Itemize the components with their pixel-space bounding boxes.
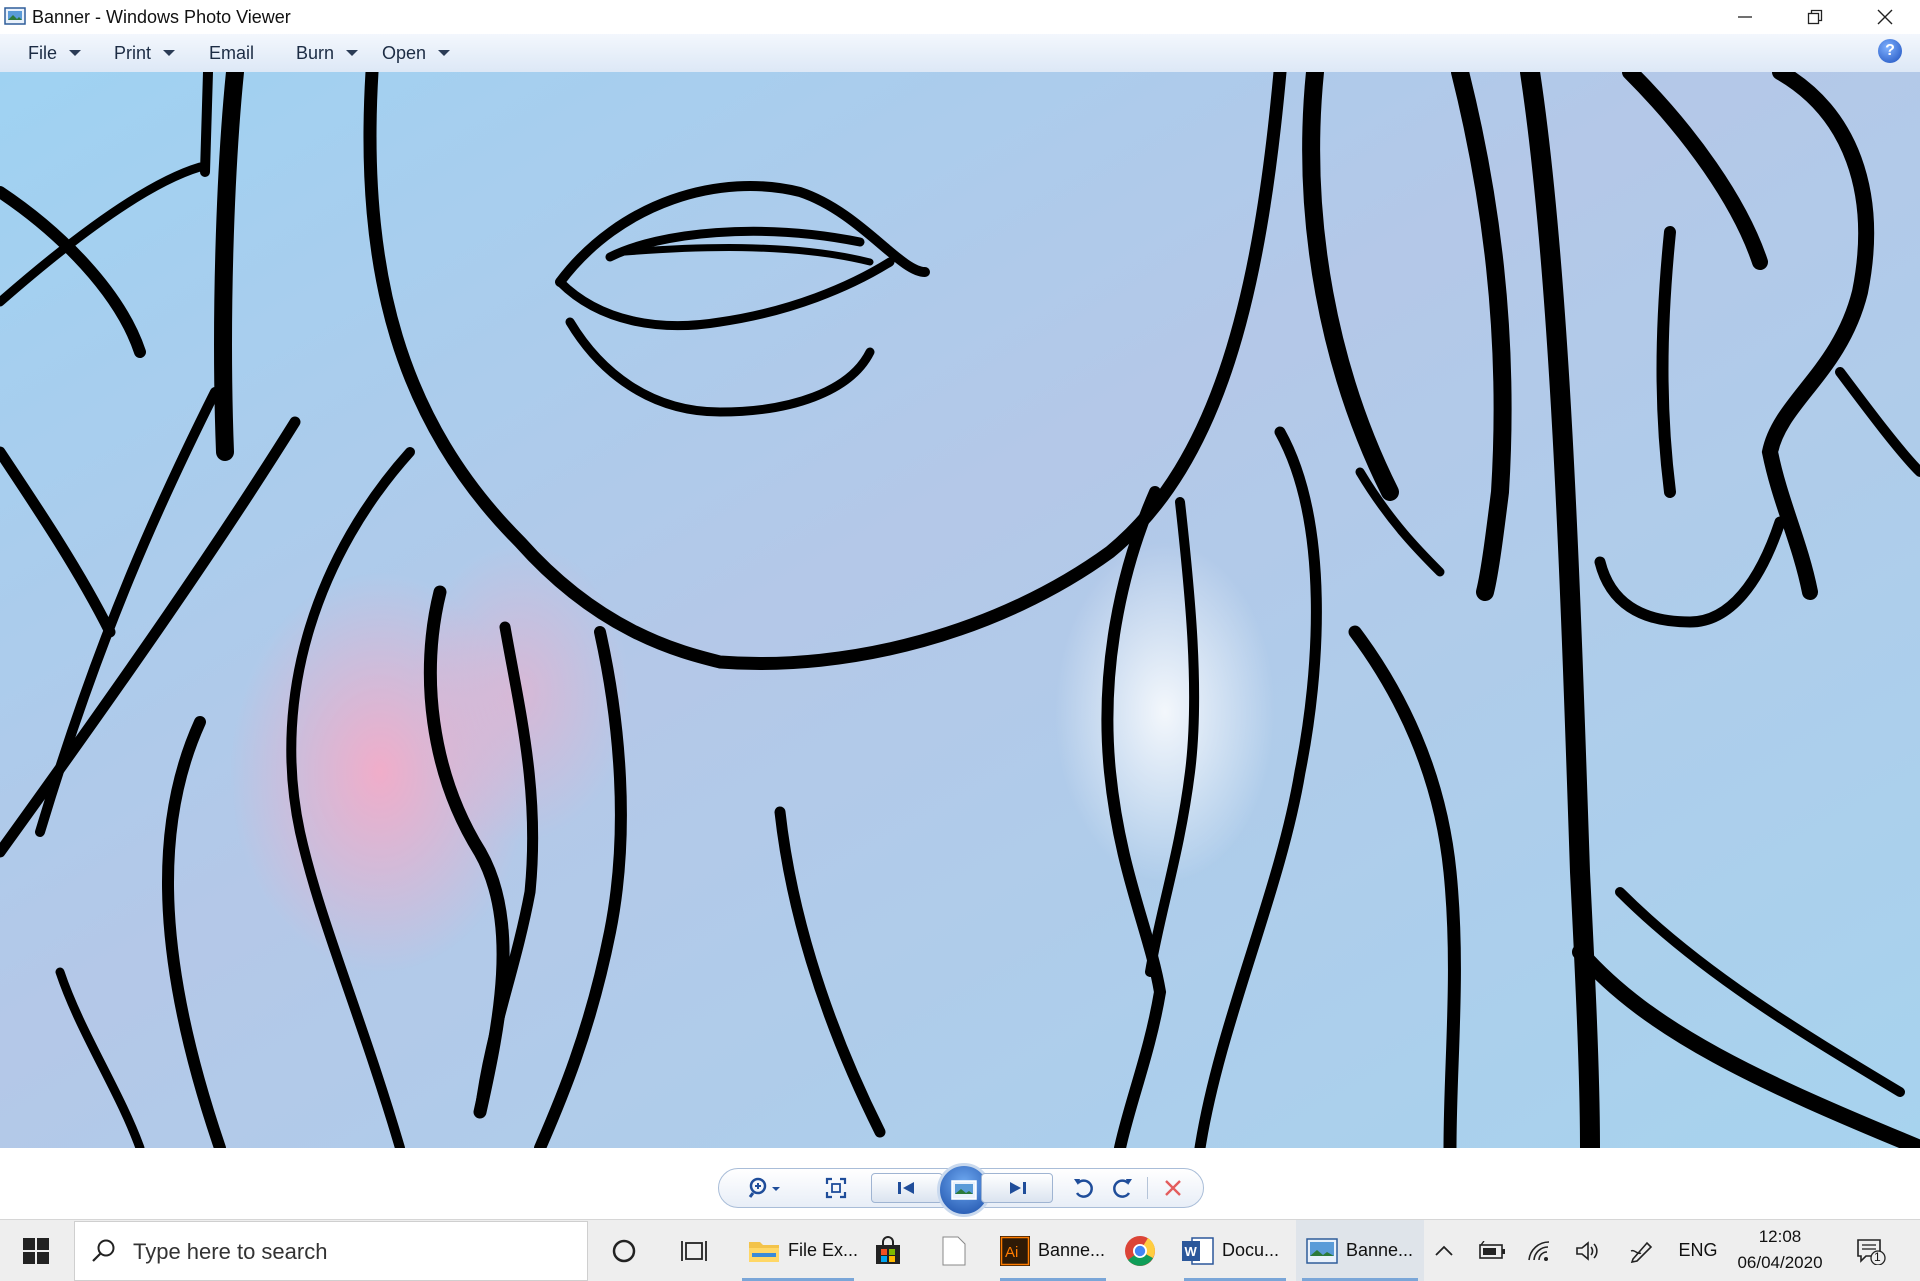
menu-print[interactable]: Print	[114, 34, 176, 72]
task-view-icon	[681, 1240, 707, 1261]
document-icon	[942, 1236, 966, 1265]
chevron-down-icon	[163, 50, 176, 56]
taskbar-app-document[interactable]	[926, 1220, 982, 1281]
taskbar-app-label: Docu...	[1222, 1240, 1280, 1260]
menu-burn[interactable]: Burn	[296, 34, 359, 72]
chevron-up-icon	[1435, 1245, 1453, 1256]
photo-viewer-icon	[1306, 1237, 1338, 1264]
taskbar-app-file-explorer[interactable]: File Ex...	[736, 1220, 860, 1281]
menu-file-label: File	[28, 42, 58, 63]
wifi-icon	[1528, 1240, 1550, 1261]
volume-icon	[1576, 1240, 1598, 1261]
illustrator-icon: Ai	[1000, 1235, 1030, 1266]
taskbar-app-chrome[interactable]	[1114, 1220, 1166, 1281]
restore-icon	[1807, 9, 1823, 25]
photo-image	[0, 72, 1920, 1148]
menu-open[interactable]: Open	[382, 34, 451, 72]
menu-file[interactable]: File	[28, 34, 82, 72]
previous-icon	[898, 1182, 914, 1194]
delete-icon	[1165, 1180, 1181, 1196]
slideshow-icon	[951, 1180, 977, 1200]
fit-to-window-button[interactable]	[821, 1175, 851, 1201]
divider	[1147, 1177, 1148, 1199]
taskbar-app-label: File Ex...	[788, 1240, 859, 1260]
pen-button[interactable]	[1620, 1220, 1664, 1281]
minimize-icon	[1738, 16, 1752, 18]
menu-open-label: Open	[382, 42, 427, 63]
clock-date: 06/04/2020	[1737, 1253, 1823, 1272]
chevron-down-icon	[346, 50, 359, 56]
zoom-button[interactable]	[747, 1175, 787, 1201]
store-icon	[876, 1235, 900, 1264]
cortana-icon	[612, 1239, 636, 1262]
rotate-counterclockwise-icon	[1074, 1179, 1093, 1198]
taskbar: Type here to search File Ex... Ai Banne.…	[0, 1219, 1920, 1281]
minimize-button[interactable]	[1710, 0, 1780, 34]
battery-icon	[1479, 1240, 1505, 1259]
network-button[interactable]	[1518, 1220, 1562, 1281]
taskbar-app-illustrator[interactable]: Ai Banne...	[994, 1220, 1112, 1281]
rotate-counterclockwise-button[interactable]	[1069, 1175, 1097, 1201]
word-icon: W	[1182, 1236, 1214, 1265]
rotate-clockwise-button[interactable]	[1109, 1175, 1137, 1201]
taskbar-app-store[interactable]	[860, 1220, 916, 1281]
cortana-button[interactable]	[596, 1220, 652, 1281]
next-button[interactable]	[981, 1173, 1053, 1203]
help-button[interactable]: ?	[1878, 39, 1902, 63]
window-title: Banner - Windows Photo Viewer	[32, 7, 291, 27]
menu-email[interactable]: Email	[209, 34, 254, 72]
show-hidden-icons-button[interactable]	[1424, 1220, 1464, 1281]
pen-icon	[1630, 1241, 1653, 1263]
notification-icon	[1857, 1238, 1886, 1265]
battery-button[interactable]	[1470, 1220, 1514, 1281]
taskbar-app-photo-viewer[interactable]: Banne...	[1296, 1220, 1424, 1281]
start-button[interactable]	[0, 1220, 72, 1281]
title-bar: Banner - Windows Photo Viewer	[0, 0, 1920, 34]
fit-to-window-icon	[825, 1177, 847, 1199]
volume-button[interactable]	[1566, 1220, 1610, 1281]
close-icon	[1877, 9, 1893, 25]
previous-button[interactable]	[871, 1173, 943, 1203]
clock[interactable]: 12:08 06/04/2020	[1734, 1224, 1826, 1276]
zoom-icon	[748, 1177, 780, 1198]
chevron-down-icon	[438, 50, 451, 56]
clock-time: 12:08	[1758, 1227, 1802, 1246]
search-icon	[92, 1239, 115, 1262]
windows-logo-icon	[23, 1237, 49, 1264]
language-indicator[interactable]: ENG	[1672, 1220, 1724, 1281]
taskbar-app-label: Banne...	[1038, 1240, 1106, 1260]
delete-button[interactable]	[1159, 1175, 1187, 1201]
menu-burn-label: Burn	[296, 42, 335, 63]
close-button[interactable]	[1850, 0, 1920, 34]
photo-canvas	[0, 72, 1920, 1148]
photo-viewer-app-icon	[4, 7, 26, 25]
taskbar-app-word[interactable]: W Docu...	[1178, 1220, 1292, 1281]
notification-count: 1	[1874, 1250, 1881, 1264]
rotate-clockwise-icon	[1113, 1179, 1132, 1198]
action-center-button[interactable]: 1	[1846, 1220, 1896, 1281]
chevron-down-icon	[69, 50, 82, 56]
menu-bar: File Print Email Burn Open	[0, 34, 1920, 73]
folder-icon	[749, 1241, 779, 1262]
controls-bar	[718, 1163, 1204, 1217]
taskbar-app-label: Banne...	[1346, 1240, 1414, 1260]
task-view-button[interactable]	[666, 1220, 722, 1281]
menu-email-label: Email	[209, 42, 255, 63]
next-icon	[1010, 1182, 1026, 1194]
svg-text:Ai: Ai	[1005, 1244, 1018, 1261]
search-placeholder: Type here to search	[133, 1239, 328, 1264]
chrome-icon	[1125, 1235, 1155, 1266]
svg-text:W: W	[1185, 1244, 1198, 1259]
restore-button[interactable]	[1780, 0, 1850, 34]
viewer-controls	[0, 1148, 1920, 1219]
menu-print-label: Print	[114, 42, 152, 63]
taskbar-search[interactable]: Type here to search	[74, 1221, 588, 1281]
